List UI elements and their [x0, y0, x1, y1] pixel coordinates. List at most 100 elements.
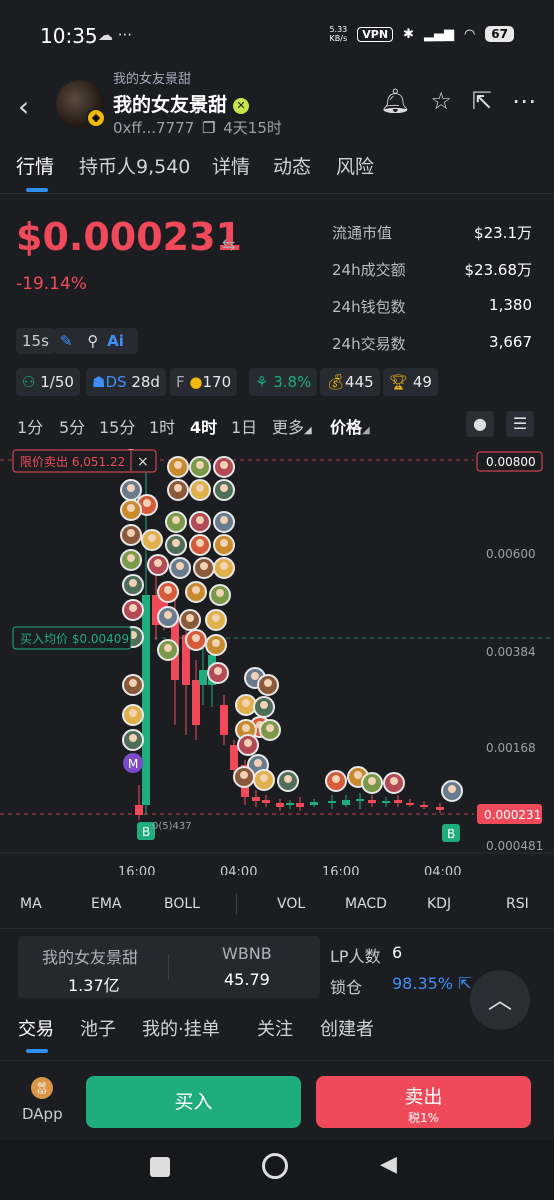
trade-avatar-face [129, 579, 137, 587]
copy-icon[interactable]: ❐ [202, 119, 215, 137]
price-change: -19.14% [16, 274, 87, 294]
lp-label: LP人数 [330, 947, 381, 966]
tab-risk[interactable]: 风险 [336, 152, 374, 179]
interval-1h[interactable]: 1时 [149, 414, 175, 438]
lock-value[interactable]: 98.35% ⇱ [392, 974, 472, 993]
trophy-icon: 🏆︎ [389, 373, 409, 391]
interval-1m[interactable]: 1分 [17, 414, 43, 438]
indicator-ma[interactable]: MA [20, 896, 42, 912]
bottom-action-bar: 🐰︎ DApp 买入 卖出 税1% [0, 1060, 554, 1130]
current-price-label: 0.000231 [484, 808, 541, 822]
metric-chip[interactable]: 💰︎445 [320, 368, 380, 396]
bottom-tab-underline [26, 1049, 48, 1053]
tab-market[interactable]: 行情 [16, 152, 54, 179]
trade-avatar-face [390, 777, 398, 785]
metric-chip[interactable]: ⚇ 1/50 [16, 368, 80, 396]
tab-creator[interactable]: 创建者 [320, 1015, 374, 1041]
header-actions: 🔔︎ ☆ ⇱ ⋯ [380, 87, 536, 115]
price-toggle[interactable]: 价格◢ [330, 414, 370, 438]
interval-1d[interactable]: 1日 [231, 414, 257, 438]
trade-avatar-face [192, 634, 200, 642]
feather-icon[interactable]: ✎ [60, 332, 73, 350]
price-label: 价格 [330, 418, 363, 437]
tab-follow[interactable]: 关注 [257, 1015, 293, 1041]
trade-avatar-face [260, 774, 268, 782]
trade-avatar-face [164, 586, 172, 594]
status-time: 10:35 [40, 24, 98, 48]
dapp-label[interactable]: DApp [22, 1105, 63, 1123]
interval-4h[interactable]: 4时 [190, 414, 217, 438]
bell-icon[interactable]: 🔔︎ [380, 87, 410, 115]
wifi-icon: ◠ [463, 26, 476, 42]
stat-label: 24h钱包数 [332, 298, 406, 316]
trade-avatar-face [260, 701, 268, 709]
address-text: 0xff...7777 [113, 119, 195, 137]
tab-holders[interactable]: 持币人9,540 [79, 152, 190, 179]
metric-chip[interactable]: ⚘ 3.8% [249, 368, 318, 396]
tab-details[interactable]: 详情 [212, 152, 250, 179]
metric-chip[interactable]: ☗DS 28d [86, 368, 166, 396]
candle-body [252, 797, 260, 801]
trade-avatars: M [120, 449, 463, 802]
star-icon[interactable]: ☆ [430, 87, 452, 115]
metric-chip[interactable]: 🏆︎ 49 [383, 368, 438, 396]
signal-icon: ▂▄▆ [423, 26, 454, 42]
section-divider [0, 928, 554, 929]
trade-avatar-face [254, 759, 262, 767]
more-icon[interactable]: ⋯ [512, 87, 536, 115]
ai-icon[interactable]: Ai [107, 332, 124, 350]
candle-body [199, 670, 207, 685]
trade-avatar-face [129, 679, 137, 687]
trade-avatar-face [129, 734, 137, 742]
dapp-icon[interactable]: 🐰︎ [31, 1077, 53, 1099]
home-icon[interactable] [262, 1153, 288, 1179]
indicator-rsi[interactable]: RSI [506, 896, 529, 912]
indicator-boll[interactable]: BOLL [164, 896, 200, 912]
refresh-interval-chip[interactable]: 15s [16, 328, 55, 354]
metric-chip[interactable]: F ●170 [170, 368, 238, 396]
stat-row: 24h交易数 3,667 [332, 333, 532, 370]
trade-avatar-face [212, 614, 220, 622]
candle-body [220, 705, 228, 735]
drawing-tool-icon[interactable]: ● [466, 411, 494, 437]
search-icon[interactable]: ⚲ [87, 332, 98, 350]
candle-body [135, 805, 143, 815]
share-icon[interactable]: ⇱ [472, 87, 492, 115]
tab-activity[interactable]: 动态 [273, 152, 311, 179]
sell-button[interactable]: 卖出 税1% [316, 1076, 531, 1128]
stat-row: 24h钱包数 1,380 [332, 296, 532, 333]
tab-trade[interactable]: 交易 [18, 1015, 54, 1041]
trade-avatar-face [172, 516, 180, 524]
tab-my-orders[interactable]: 我的·挂单 [142, 1015, 220, 1041]
swap-units-icon[interactable]: ⇆ [222, 235, 235, 254]
trade-avatar-face [214, 667, 222, 675]
metric-text: 445 [345, 373, 374, 391]
interval-15m[interactable]: 15分 [99, 414, 135, 438]
indicator-macd[interactable]: MACD [345, 896, 387, 912]
indicator-ema[interactable]: EMA [91, 896, 122, 912]
recents-icon[interactable] [150, 1157, 170, 1177]
indicator-kdj[interactable]: KDJ [427, 896, 451, 912]
back-arrow-icon[interactable]: ‹ [18, 90, 29, 123]
scroll-top-button[interactable]: ︿ [470, 970, 530, 1030]
price-chart[interactable]: M 0.008000.006000.003840.001680.0004810.… [0, 445, 554, 875]
metric-extra: 28d [131, 373, 160, 391]
token-address[interactable]: 0xff...7777 ❐ 4天15时 [113, 117, 282, 138]
chart-settings-icon[interactable]: ☰ [506, 411, 534, 437]
more-label: 更多 [272, 418, 305, 437]
buy-button[interactable]: 买入 [86, 1076, 301, 1128]
interval-more[interactable]: 更多◢ [272, 414, 312, 438]
interval-5m[interactable]: 5分 [59, 414, 85, 438]
stat-value: $23.68万 [464, 261, 533, 279]
trade-avatar-face [129, 709, 137, 717]
indicator-vol[interactable]: VOL [277, 896, 305, 912]
trade-avatar-face [154, 559, 162, 567]
trade-avatar-face [220, 461, 228, 469]
sell-label: 卖出 [404, 1086, 443, 1108]
trade-avatar-face [220, 562, 228, 570]
active-tab-underline [26, 188, 48, 192]
trade-avatar-face [216, 589, 224, 597]
back-icon[interactable]: ◀ [380, 1152, 397, 1177]
tab-pool[interactable]: 池子 [80, 1015, 116, 1041]
y-axis-label: 0.00168 [486, 741, 536, 755]
